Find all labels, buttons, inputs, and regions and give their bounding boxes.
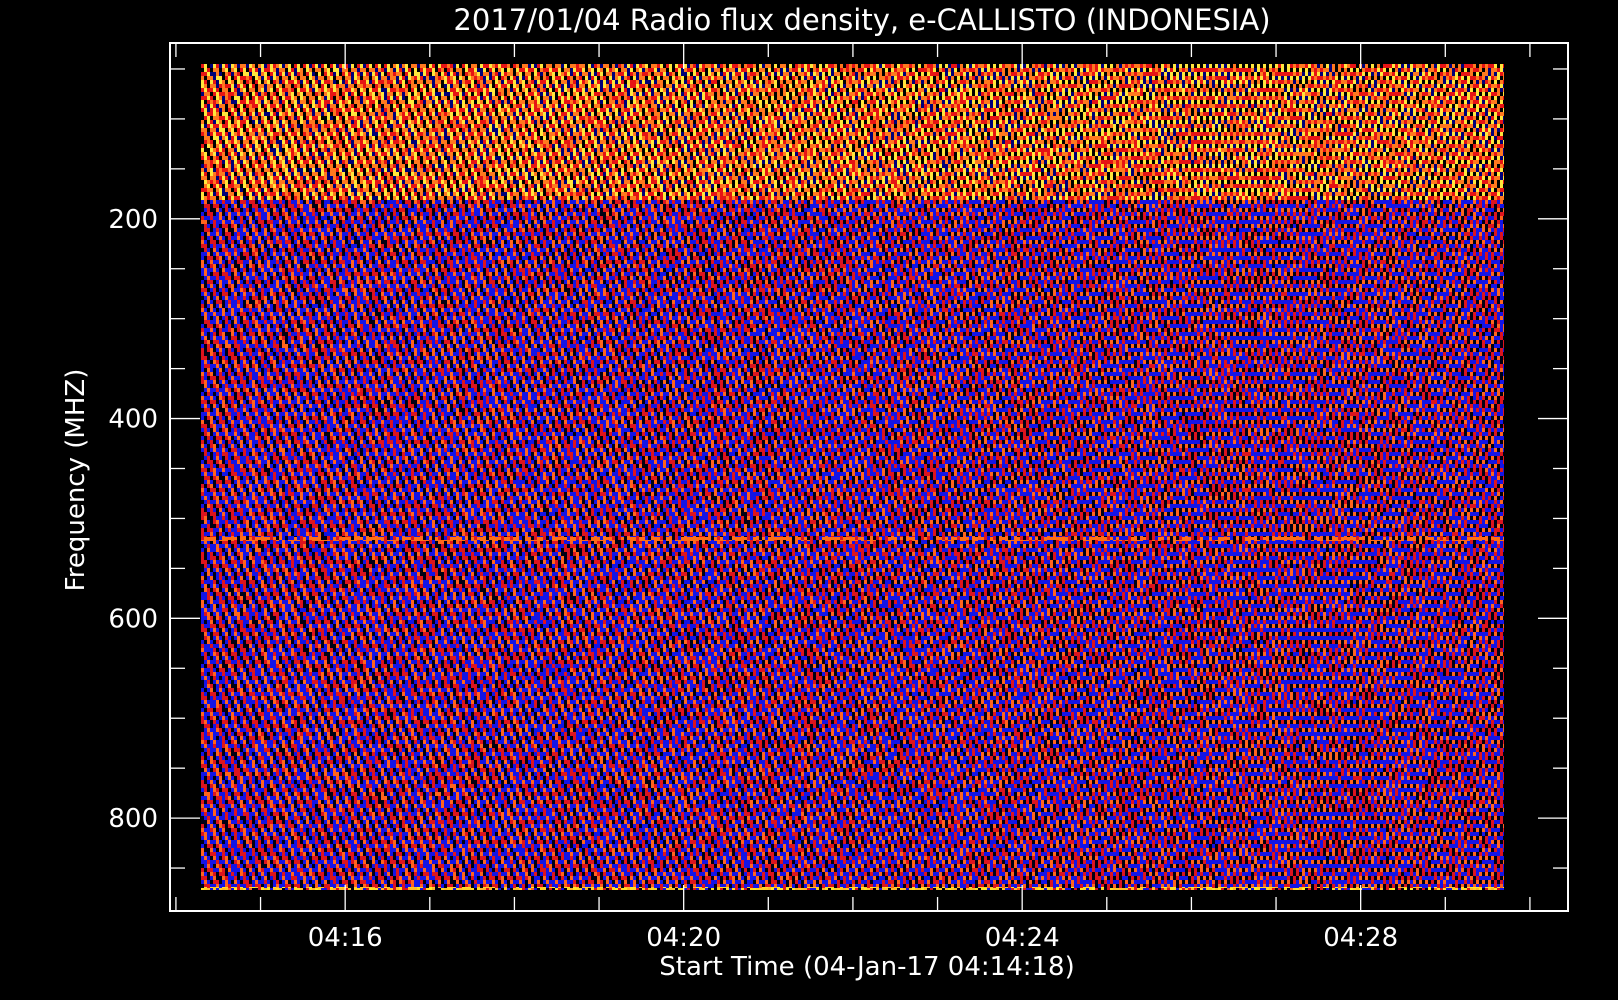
y-tick-label: 200: [108, 205, 158, 235]
x-axis-label: Start Time (04-Jan-17 04:14:18): [659, 952, 1074, 982]
plot-frame: [169, 42, 1569, 912]
chart-axes: 2017/01/04 Radio flux density, e-CALLIST…: [61, 3, 1569, 982]
x-tick-label: 04:20: [646, 923, 721, 953]
y-tick-label: 600: [108, 604, 158, 634]
x-tick-label: 04:16: [308, 923, 383, 953]
spectrogram-chart: 2017/01/04 Radio flux density, e-CALLIST…: [0, 0, 1618, 1000]
y-tick-label: 400: [108, 405, 158, 435]
y-tick-label: 800: [108, 804, 158, 834]
y-axis-label: Frequency (MHZ): [61, 369, 91, 592]
chart-title: 2017/01/04 Radio flux density, e-CALLIST…: [453, 3, 1270, 37]
x-tick-label: 04:24: [985, 923, 1060, 953]
x-tick-label: 04:28: [1323, 923, 1398, 953]
